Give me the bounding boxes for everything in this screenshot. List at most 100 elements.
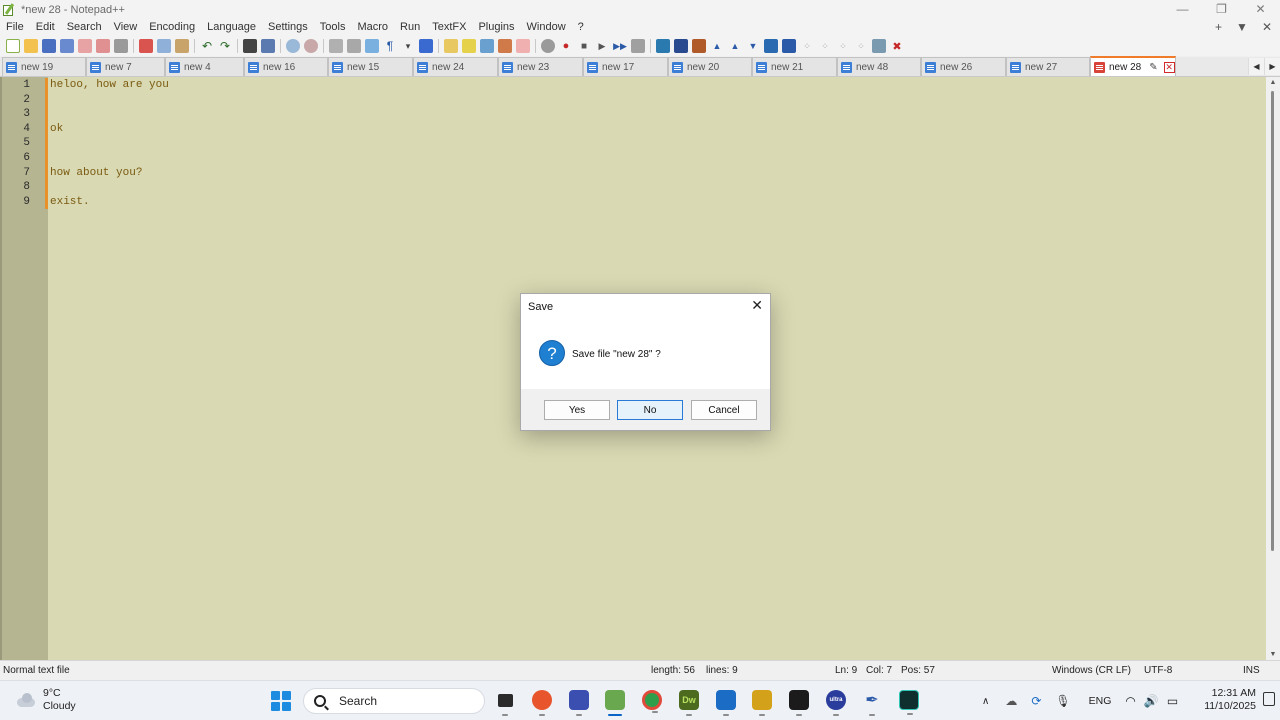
folder-workspace-icon[interactable] [444, 39, 458, 53]
textfx-icon-2[interactable] [674, 39, 688, 53]
open-file-icon[interactable] [24, 39, 38, 53]
scroll-down-icon[interactable]: ▼ [1266, 651, 1280, 658]
tab-new-17[interactable]: new 17 [583, 57, 668, 76]
editor-line[interactable]: 8 [2, 180, 1262, 195]
status-eol[interactable]: Windows (CR LF) [1052, 665, 1131, 676]
editor-line[interactable]: 1 heloo, how are you [2, 78, 1262, 93]
status-insert-mode[interactable]: INS [1243, 665, 1260, 676]
print-icon[interactable] [114, 39, 128, 53]
ultra-icon[interactable]: ultra [826, 690, 846, 716]
save-icon[interactable] [42, 39, 56, 53]
microphone-icon[interactable]: 🎙 [1055, 694, 1070, 708]
redo-icon[interactable]: ↷ [218, 39, 232, 53]
scrollbar-thumb[interactable] [1271, 91, 1274, 551]
editor-line[interactable]: 5 [2, 136, 1262, 151]
sync-vertical-icon[interactable] [329, 39, 343, 53]
document-map-icon[interactable] [419, 39, 433, 53]
menu-run[interactable]: Run [394, 19, 426, 36]
tab-scroll-right-icon[interactable]: ▶ [1264, 58, 1280, 75]
save-macro-icon[interactable] [631, 39, 645, 53]
menu-settings[interactable]: Settings [262, 19, 314, 36]
notepad-plus-plus-icon[interactable] [605, 690, 625, 716]
pin-icon[interactable]: ✎ [1149, 62, 1157, 73]
start-button[interactable] [271, 691, 291, 711]
textfx-icon-3[interactable] [692, 39, 706, 53]
tab-new-20[interactable]: new 20 [668, 57, 752, 76]
textfx-icon-9[interactable]: ⁘ [800, 39, 814, 53]
textfx-icon-10[interactable]: ⁘ [818, 39, 832, 53]
chevron-up-icon[interactable]: ∧ [982, 696, 989, 707]
tab-new-16[interactable]: new 16 [244, 57, 328, 76]
restore-button[interactable]: ❐ [1202, 0, 1241, 19]
new-tab-button[interactable]: + [1215, 19, 1222, 36]
play-macro-icon[interactable]: ▶ [595, 39, 609, 53]
chrome-icon[interactable] [642, 690, 662, 713]
file-manager-icon[interactable] [495, 690, 515, 716]
vertical-scrollbar[interactable]: ▲ ▼ [1266, 77, 1280, 660]
tab-new-26[interactable]: new 26 [921, 57, 1006, 76]
zoom-out-icon[interactable] [304, 39, 318, 53]
editor-line[interactable]: 6 [2, 151, 1262, 166]
indent-guide-icon[interactable]: ▾ [401, 39, 415, 53]
menu-textfx[interactable]: TextFX [426, 19, 472, 36]
menu-search[interactable]: Search [61, 19, 108, 36]
monitoring-icon[interactable] [498, 39, 512, 53]
notification-bell-icon[interactable] [1263, 692, 1275, 706]
tab-scroll-left-icon[interactable]: ◀ [1248, 58, 1264, 75]
menu-file[interactable]: File [0, 19, 30, 36]
firefox-icon[interactable] [532, 690, 552, 716]
dev-terminal-icon[interactable] [899, 690, 919, 715]
textfx-icon-6[interactable]: ▼ [746, 39, 760, 53]
language-indicator[interactable]: ENG [1089, 695, 1112, 707]
tab-new-24[interactable]: new 24 [413, 57, 498, 76]
save-all-icon[interactable] [60, 39, 74, 53]
sync-icon[interactable]: ⟳ [1031, 694, 1041, 708]
tab-new-28[interactable]: new 28 ✎ ✕ [1090, 56, 1176, 76]
taskbar-search[interactable]: Search [303, 688, 485, 714]
close-tab-icon[interactable]: ✕ [1163, 61, 1175, 73]
textfx-icon-13[interactable] [872, 39, 886, 53]
textfx-icon-5[interactable]: ▲ [728, 39, 742, 53]
word-wrap-icon[interactable] [365, 39, 379, 53]
pen-tool-icon[interactable] [752, 690, 772, 716]
textfx-icon-8[interactable] [782, 39, 796, 53]
menu-window[interactable]: Window [521, 19, 572, 36]
menu-tools[interactable]: Tools [314, 19, 352, 36]
scroll-up-icon[interactable]: ▲ [1266, 79, 1280, 86]
save-app-icon[interactable] [569, 690, 589, 716]
record-macro-icon[interactable]: ● [559, 39, 573, 53]
show-all-chars-icon[interactable]: ¶ [383, 39, 397, 53]
cut-icon[interactable] [139, 39, 153, 53]
zoom-in-icon[interactable] [286, 39, 300, 53]
yes-button[interactable]: Yes [544, 400, 610, 420]
editor-line[interactable]: 9 exist. [2, 194, 1262, 210]
tab-new-48[interactable]: new 48 [837, 57, 921, 76]
editor-line[interactable]: 3 [2, 107, 1262, 122]
feather-icon[interactable]: ✒ [862, 690, 882, 716]
tab-new-27[interactable]: new 27 [1006, 57, 1090, 76]
find-icon[interactable] [243, 39, 257, 53]
eraser-icon[interactable] [516, 39, 530, 53]
tab-new-19[interactable]: new 19 [2, 57, 86, 76]
menu-view[interactable]: View [108, 19, 144, 36]
dreamweaver-icon[interactable]: Dw [679, 690, 699, 716]
stop-macro-icon[interactable]: ■ [577, 39, 591, 53]
menu-encoding[interactable]: Encoding [143, 19, 201, 36]
textfx-icon-7[interactable] [764, 39, 778, 53]
menu-plugins[interactable]: Plugins [472, 19, 520, 36]
close-tab-button[interactable]: ✕ [1262, 19, 1272, 36]
close-window-button[interactable]: ✕ [1241, 0, 1280, 19]
menu-language[interactable]: Language [201, 19, 262, 36]
run-macro-multiple-icon[interactable]: ▶▶ [613, 39, 627, 53]
clock[interactable]: 12:31 AM 11/10/2025 [1204, 687, 1256, 713]
store-icon[interactable] [716, 690, 736, 716]
close-all-icon[interactable] [96, 39, 110, 53]
tab-new-4[interactable]: new 4 [165, 57, 244, 76]
volume-icon[interactable]: 🔊 [1144, 694, 1159, 708]
editor-line[interactable]: 2 [2, 92, 1262, 108]
menu-edit[interactable]: Edit [30, 19, 61, 36]
no-button[interactable]: No [617, 400, 683, 420]
editor-line[interactable]: 7 how about you? [2, 165, 1262, 181]
battery-icon[interactable]: ▭ [1167, 694, 1178, 708]
copy-icon[interactable] [157, 39, 171, 53]
